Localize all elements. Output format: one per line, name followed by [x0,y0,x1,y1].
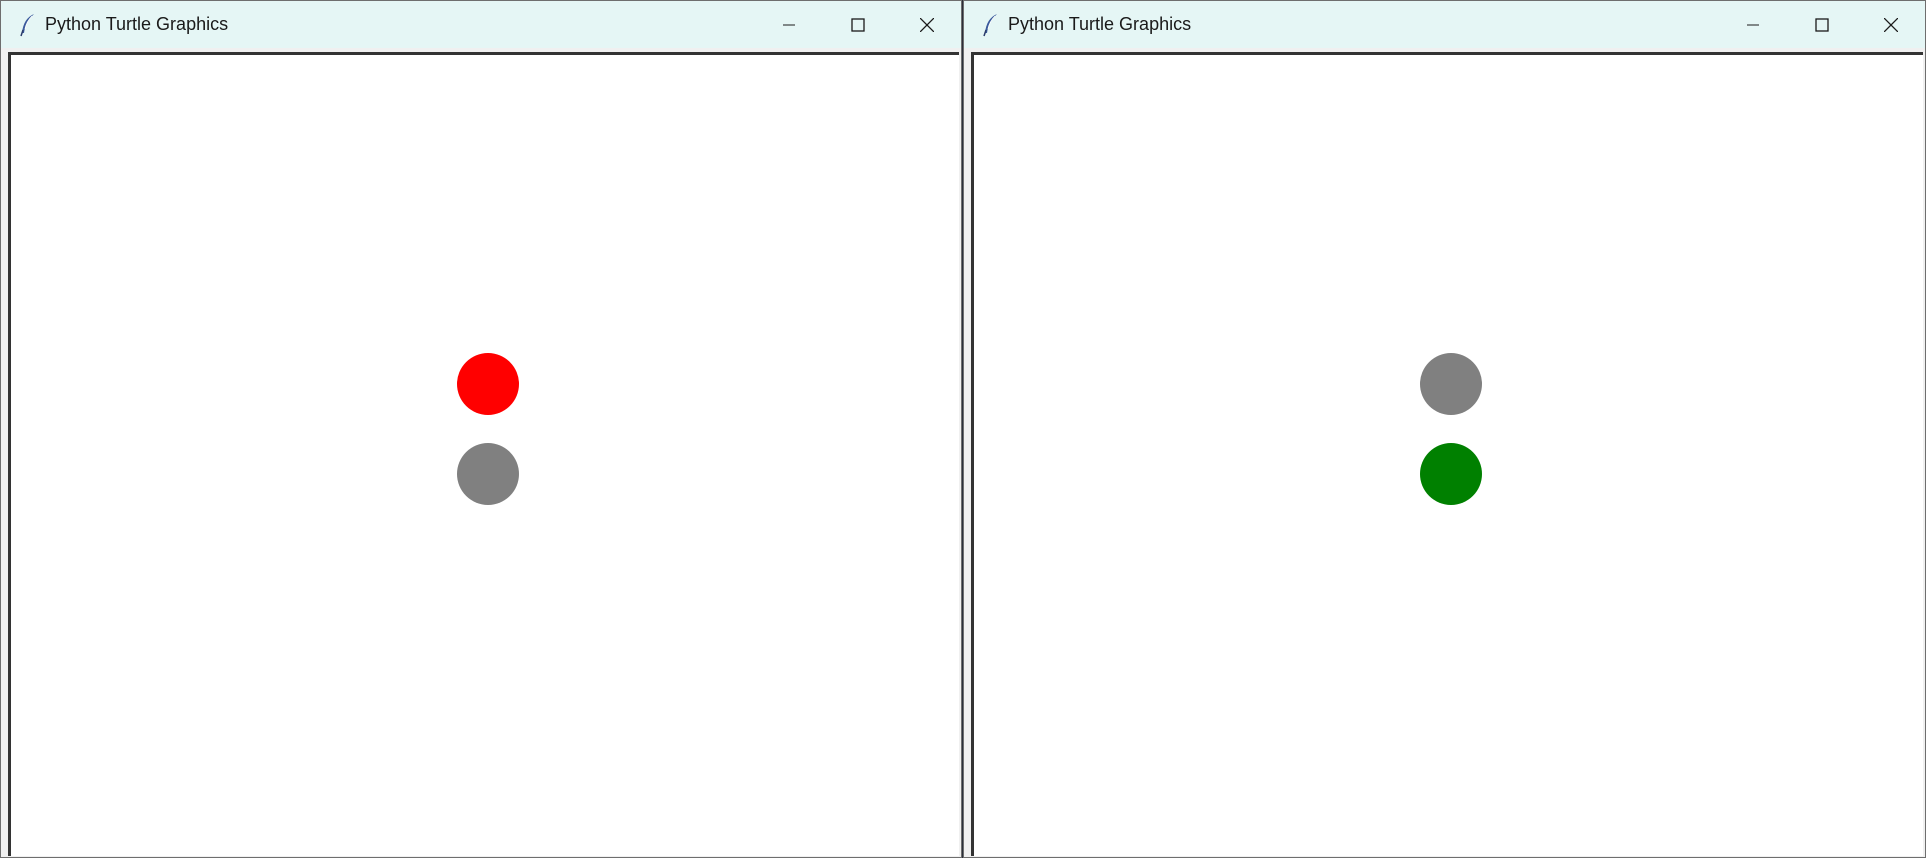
feather-icon[interactable] [980,12,1002,38]
title-bar[interactable]: Python Turtle Graphics [1,1,961,48]
maximize-icon [1814,17,1829,32]
close-icon [1883,17,1898,32]
minimize-icon [782,24,795,25]
window-title: Python Turtle Graphics [45,14,229,34]
minimize-button[interactable] [754,1,823,48]
maximize-button[interactable] [1787,1,1856,48]
feather-icon[interactable] [17,12,39,38]
minimize-button[interactable] [1718,1,1787,48]
maximize-button[interactable] [823,1,892,48]
turtle-canvas[interactable] [8,52,959,856]
bottom-light [457,443,519,505]
minimize-icon [1746,24,1759,25]
close-button[interactable] [892,1,961,48]
bottom-light [1420,443,1482,505]
maximize-icon [850,17,865,32]
close-button[interactable] [1856,1,1925,48]
top-light [457,353,519,415]
top-light [1420,353,1482,415]
close-icon [919,17,934,32]
window-title: Python Turtle Graphics [1008,14,1192,34]
turtle-canvas[interactable] [971,52,1923,856]
turtle-window-left: Python Turtle Graphics [0,0,962,858]
title-bar[interactable]: Python Turtle Graphics [964,1,1925,48]
turtle-window-right: Python Turtle Graphics [963,0,1926,858]
